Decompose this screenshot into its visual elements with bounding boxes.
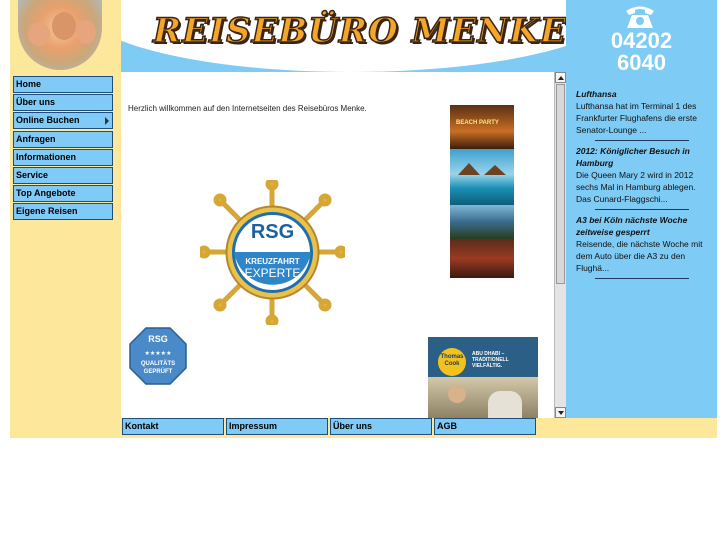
nav-item-home[interactable]: Home: [13, 76, 113, 93]
hut-roof: [484, 165, 506, 175]
person-head: [448, 385, 466, 403]
nav-item-online-buchen[interactable]: Online Buchen: [13, 112, 113, 130]
footer-label: Über uns: [333, 421, 373, 431]
beach-party-label: BEACH PARTY: [456, 120, 499, 126]
rsg-line-1: KREUZFAHRT: [245, 257, 299, 266]
banner-text-3: VIELFÄLTIG.: [472, 363, 503, 369]
nav-label: Informationen: [16, 151, 76, 162]
seal-line-2: GEPRÜFT: [144, 368, 173, 375]
seal-brand: RSG: [148, 334, 168, 344]
footer-link-ueber-uns[interactable]: Über uns: [330, 418, 432, 435]
travel-photo-banner[interactable]: BEACH PARTY: [450, 105, 514, 278]
news-title[interactable]: A3 bei Köln nächste Woche zeitweise gesp…: [576, 214, 711, 238]
landscape-photo: [450, 205, 514, 239]
news-divider: [595, 209, 689, 210]
thomas-cook-logo: Thomas Cook: [438, 348, 466, 376]
news-scrollbar[interactable]: [566, 72, 576, 418]
person-robe: [488, 391, 522, 418]
seal-stars: ★★★★★: [145, 350, 172, 357]
news-item: Lufthansa Lufthansa hat im Terminal 1 de…: [576, 88, 711, 136]
nav-label: Eigene Reisen: [16, 206, 78, 217]
news-item: A3 bei Köln nächste Woche zeitweise gesp…: [576, 214, 711, 274]
thomas-cook-brand-2: Cook: [444, 361, 460, 367]
rsg-brand: RSG: [251, 221, 294, 243]
banner-text: ABU DHABI – TRADITIONELL VIELFÄLTIG.: [472, 351, 509, 369]
thomas-cook-banner[interactable]: Thomas Cook ABU DHABI – TRADITIONELL VIE…: [428, 337, 538, 418]
scroll-thumb[interactable]: [556, 84, 565, 284]
news-text: Die Queen Mary 2 wird in 2012 sechs Mal …: [576, 170, 696, 204]
child-face: [28, 22, 50, 46]
child-face: [76, 20, 96, 44]
news-title[interactable]: Lufthansa: [576, 88, 711, 100]
footer-link-agb[interactable]: AGB: [434, 418, 536, 435]
site-logo[interactable]: REISEBÜRO MENKE: [152, 10, 566, 52]
rsg-line-2: EXPERTE: [245, 266, 301, 280]
scroll-down-button[interactable]: [555, 407, 566, 418]
child-face: [52, 12, 76, 40]
rsg-qualitaets-siegel[interactable]: RSG ★★★★★ QUALITÄTS GEPRÜFT: [128, 326, 188, 386]
banner-photo: [428, 377, 538, 418]
nav-label: Online Buchen: [16, 115, 80, 126]
phone-number: 04202 6040: [566, 30, 717, 74]
people-photo: [450, 239, 514, 278]
beach-party-photo: BEACH PARTY: [450, 105, 514, 149]
resort-pool-photo: [450, 149, 514, 205]
main-navigation: Home Über uns Online Buchen Anfragen Inf…: [13, 76, 114, 222]
news-divider: [595, 140, 689, 141]
nav-item-eigene-reisen[interactable]: Eigene Reisen: [13, 203, 113, 221]
header-banner: REISEBÜRO MENKE: [121, 0, 566, 72]
news-list: Lufthansa Lufthansa hat im Terminal 1 de…: [576, 88, 711, 283]
nav-label: Service: [16, 169, 49, 180]
thomas-cook-brand-1: Thomas: [440, 354, 464, 360]
nav-item-top-angebote[interactable]: Top Angebote: [13, 185, 113, 203]
nav-label: Home: [16, 79, 42, 89]
phone-line-2: 6040: [617, 50, 666, 75]
seal-line-1: QUALITÄTS: [141, 360, 175, 367]
footer-link-kontakt[interactable]: Kontakt: [122, 418, 224, 435]
hut-roof: [458, 163, 480, 175]
submenu-arrow-icon: [105, 117, 109, 126]
nav-label: Top Angebote: [16, 188, 76, 199]
news-text: Reisende, die nächste Woche mit dem Auto…: [576, 239, 703, 273]
nav-item-ueber-uns[interactable]: Über uns: [13, 94, 113, 112]
scroll-up-button[interactable]: [555, 72, 566, 83]
footer-label: Kontakt: [125, 421, 159, 431]
nav-item-informationen[interactable]: Informationen: [13, 148, 113, 166]
welcome-text: Herzlich willkommen auf den Internetseit…: [128, 104, 367, 113]
nav-item-service[interactable]: Service: [13, 166, 113, 184]
rsg-kreuzfahrt-experte-badge[interactable]: RSG KREUZFAHRT EXPERTE: [200, 180, 345, 325]
nav-item-anfragen[interactable]: Anfragen: [13, 130, 113, 148]
news-title[interactable]: 2012: Königlicher Besuch in Hamburg: [576, 145, 711, 169]
news-text: Lufthansa hat im Terminal 1 des Frankfur…: [576, 101, 697, 135]
phone-line-1: 04202: [610, 28, 673, 53]
nav-label: Über uns: [16, 97, 56, 108]
telephone-icon: [626, 6, 654, 28]
content-scrollbar[interactable]: [554, 72, 566, 418]
news-item: 2012: Königlicher Besuch in Hamburg Die …: [576, 145, 711, 205]
footer-label: AGB: [437, 421, 457, 431]
footer-bar: Kontakt Impressum Über uns AGB: [121, 418, 566, 438]
footer-link-impressum[interactable]: Impressum: [226, 418, 328, 435]
news-divider: [595, 278, 689, 279]
nav-label: Anfragen: [16, 133, 56, 144]
footer-label: Impressum: [229, 421, 278, 431]
